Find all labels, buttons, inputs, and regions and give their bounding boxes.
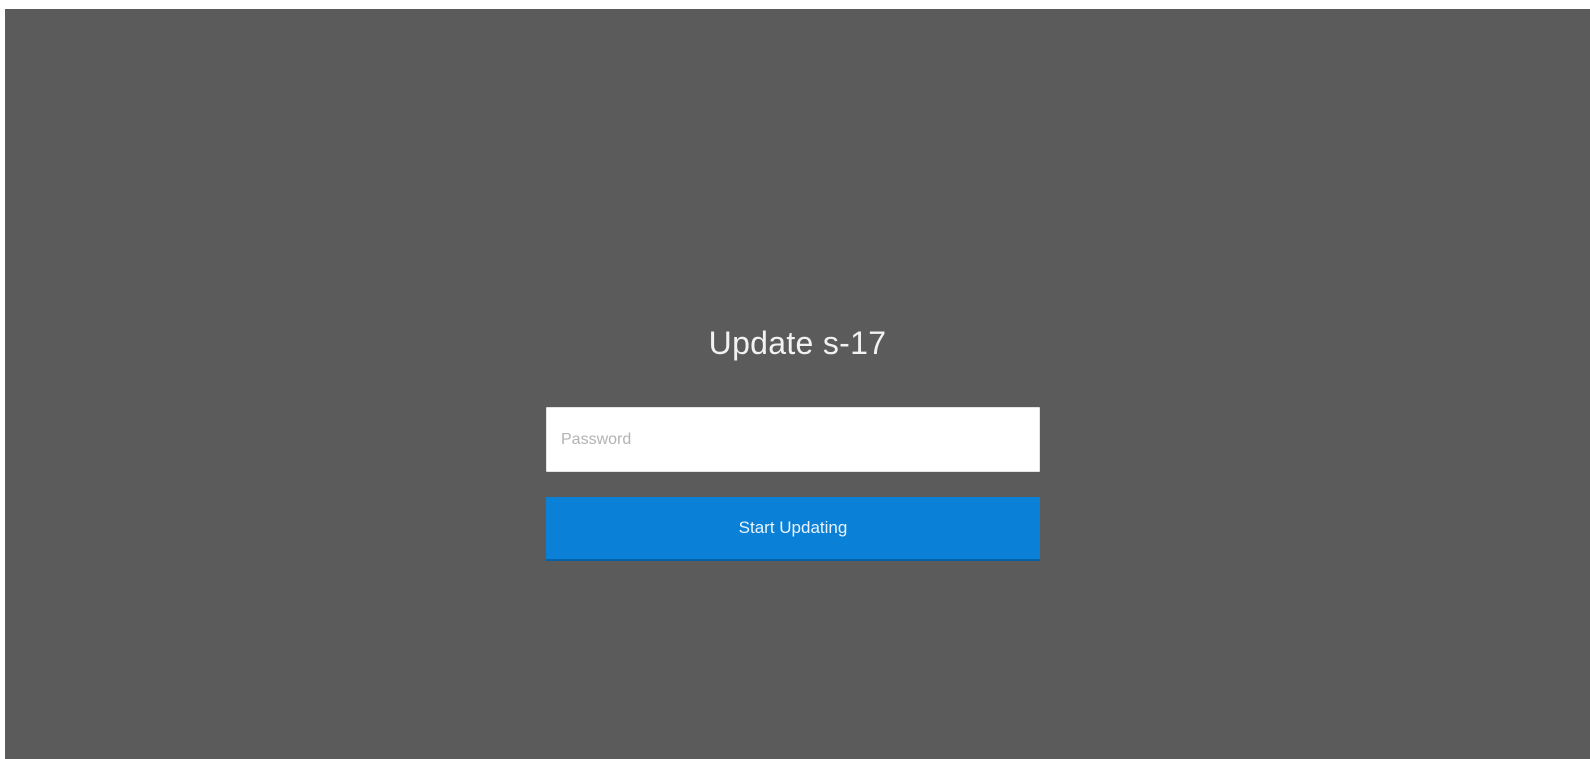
password-field[interactable]: [546, 407, 1040, 472]
password-input[interactable]: [547, 408, 1039, 471]
page-title: Update s-17: [708, 325, 887, 361]
update-screen: Update s-17 Start Updating: [5, 9, 1590, 759]
start-updating-button[interactable]: Start Updating: [546, 497, 1040, 561]
